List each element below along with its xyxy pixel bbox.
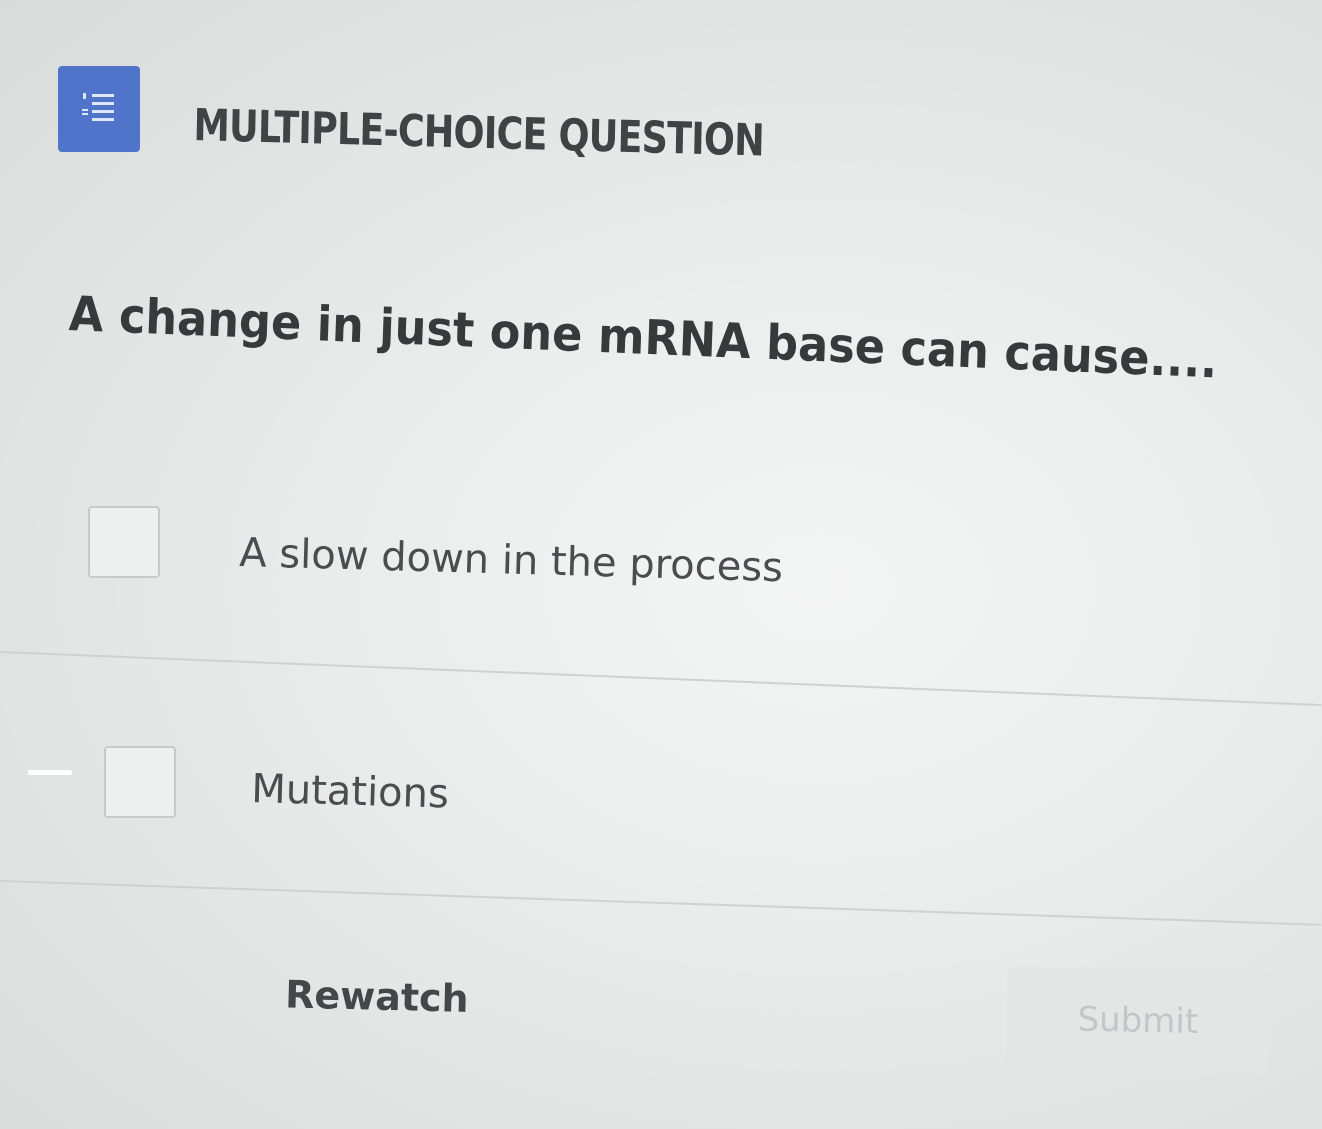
answer-option-2[interactable]: Mutations <box>0 720 1322 890</box>
question-text: A change in just one mRNA base can cause… <box>68 286 1219 390</box>
question-type-badge <box>58 66 140 152</box>
answer-label-1: A slow down in the process <box>238 530 784 592</box>
answer-checkbox-2[interactable] <box>104 746 176 818</box>
numbered-list-icon <box>82 93 114 121</box>
question-type-title: MULTIPLE-CHOICE QUESTION <box>193 100 765 167</box>
submit-button[interactable]: Submit <box>1005 966 1270 1076</box>
answer-label-2: Mutations <box>250 766 450 818</box>
rewatch-button[interactable]: Rewatch <box>268 960 485 1033</box>
answer-checkbox-1[interactable] <box>88 506 160 578</box>
answer-option-1[interactable]: A slow down in the process <box>0 490 1322 660</box>
